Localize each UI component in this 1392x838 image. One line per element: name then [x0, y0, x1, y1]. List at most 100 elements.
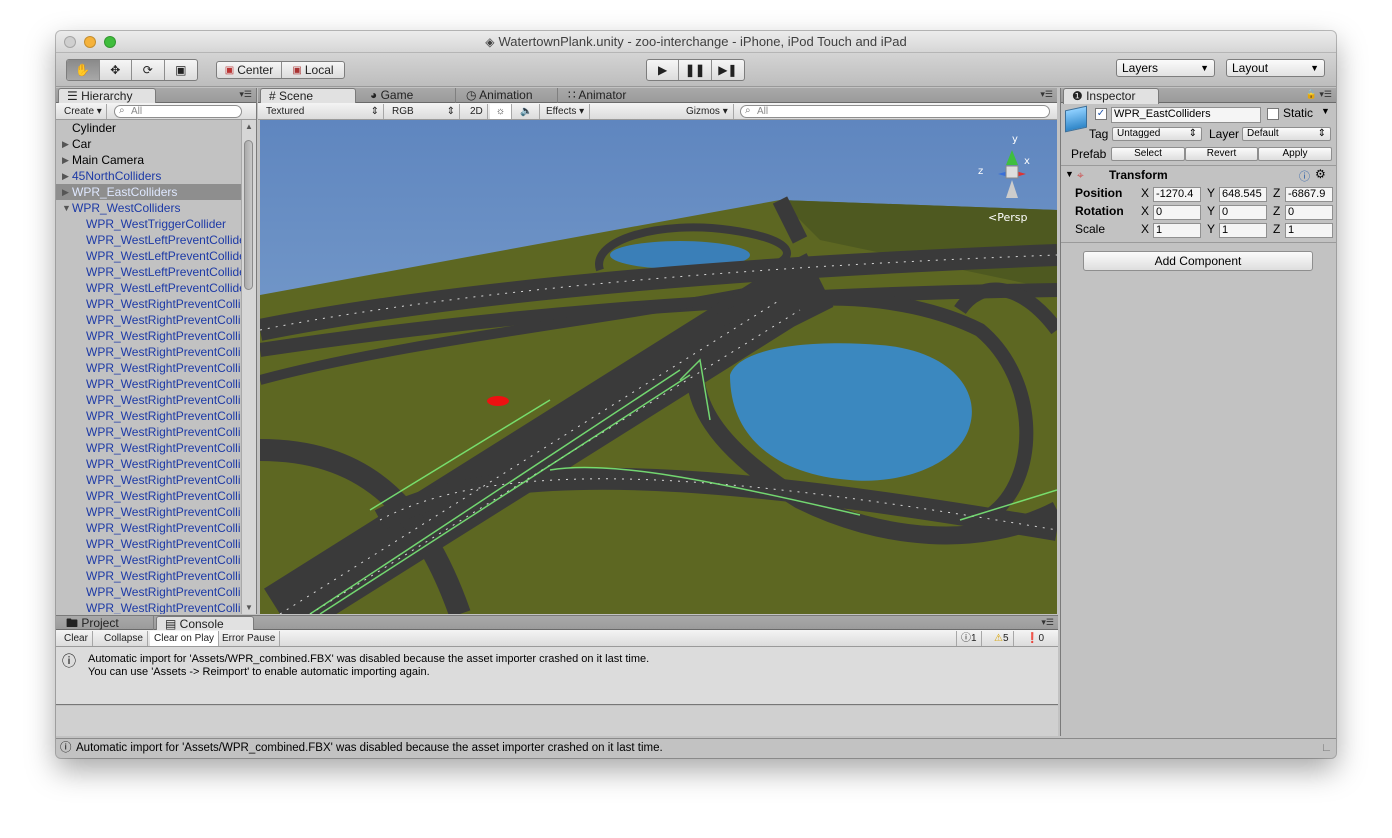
transform-scale-z-field[interactable]: 1 [1285, 223, 1333, 238]
hierarchy-item[interactable]: WPR_WestRightPreventCollide [56, 600, 242, 614]
render-mode-dropdown[interactable]: RGB ⇕ [388, 104, 460, 119]
expand-right-icon[interactable]: ▶ [62, 136, 69, 152]
clear-on-play-button[interactable]: Clear on Play [150, 631, 220, 646]
prefab-apply-button[interactable]: Apply [1258, 147, 1332, 161]
hierarchy-item[interactable]: WPR_WestRightPreventCollide [56, 568, 242, 584]
rotate-tool-icon[interactable]: ⟳ [132, 60, 165, 80]
scroll-up-icon[interactable]: ▲ [245, 122, 253, 131]
hierarchy-scrollbar[interactable]: ▲ ▼ [241, 120, 256, 614]
scrollbar-thumb[interactable] [244, 140, 253, 290]
transform-scale-x-field[interactable]: 1 [1153, 223, 1201, 238]
draw-mode-dropdown[interactable]: Textured ⇕ [262, 104, 384, 119]
hand-tool-icon[interactable]: ✋ [67, 60, 100, 80]
hierarchy-item[interactable]: Cylinder [56, 120, 242, 136]
hierarchy-item[interactable]: WPR_WestRightPreventCollide [56, 552, 242, 568]
zoom-window-button[interactable] [104, 36, 116, 48]
error-pause-button[interactable]: Error Pause [218, 631, 281, 646]
hierarchy-item[interactable]: ▶ Main Camera [56, 152, 242, 168]
static-checkbox[interactable] [1267, 108, 1279, 120]
collapse-button[interactable]: Collapse [100, 631, 148, 646]
hierarchy-item[interactable]: WPR_WestRightPreventCollide [56, 472, 242, 488]
hierarchy-item[interactable]: ▶ WPR_EastColliders [56, 184, 242, 200]
tab-scene[interactable]: # Scene [260, 88, 356, 104]
transform-position-y-field[interactable]: 648.545 [1219, 187, 1267, 202]
transform-rotation-z-field[interactable]: 0 [1285, 205, 1333, 220]
hierarchy-item[interactable]: WPR_WestRightPreventCollide [56, 536, 242, 552]
hierarchy-item[interactable]: WPR_WestRightPreventCollide [56, 424, 242, 440]
scene-search-input[interactable]: All [740, 105, 1050, 118]
hierarchy-item[interactable]: WPR_WestRightPreventCollide [56, 328, 242, 344]
info-count-toggle[interactable]: ⓘ1 [956, 631, 982, 646]
warning-count-toggle[interactable]: ⚠5 [990, 631, 1014, 646]
error-count-toggle[interactable]: ❗0 [1022, 631, 1048, 646]
scale-tool-icon[interactable]: ▣ [165, 60, 197, 80]
hierarchy-item[interactable]: WPR_WestLeftPreventCollider [56, 280, 242, 296]
prefab-select-button[interactable]: Select [1111, 147, 1185, 161]
hierarchy-item[interactable]: WPR_WestRightPreventCollide [56, 408, 242, 424]
move-tool-icon[interactable]: ✥ [100, 60, 132, 80]
hierarchy-item[interactable]: WPR_WestTriggerCollider [56, 216, 242, 232]
tag-dropdown[interactable]: Untagged ⇕ [1112, 127, 1202, 141]
play-icon[interactable]: ▶ [647, 60, 680, 80]
tab-animation[interactable]: ◷ Animation [458, 88, 558, 103]
resize-grip-icon[interactable]: ∟ [1321, 739, 1332, 758]
scroll-down-icon[interactable]: ▼ [245, 603, 253, 612]
tab-animator[interactable]: ∷ Animator [560, 88, 660, 103]
hierarchy-item[interactable]: WPR_WestRightPreventCollide [56, 392, 242, 408]
expand-right-icon[interactable]: ▶ [62, 152, 69, 168]
panel-menu-icon[interactable]: ▾☰ [1041, 617, 1054, 628]
hierarchy-search-input[interactable]: All [114, 105, 242, 118]
clear-button[interactable]: Clear [60, 631, 93, 646]
hierarchy-item[interactable]: WPR_WestRightPreventCollide [56, 344, 242, 360]
close-window-button[interactable] [64, 36, 76, 48]
scene-viewport[interactable]: y x z <Persp [260, 120, 1057, 614]
object-name-field[interactable]: WPR_EastColliders [1111, 107, 1261, 123]
tab-inspector[interactable]: ❶ Inspector [1063, 88, 1159, 104]
toggle-2d-button[interactable]: 2D [466, 104, 488, 119]
gizmos-dropdown[interactable]: Gizmos ▾ [682, 104, 734, 119]
step-icon[interactable]: ▶❚ [712, 60, 744, 80]
hierarchy-item[interactable]: ▶ 45NorthColliders [56, 168, 242, 184]
hierarchy-item[interactable]: WPR_WestRightPreventCollide [56, 488, 242, 504]
hierarchy-item[interactable]: WPR_WestRightPreventCollide [56, 584, 242, 600]
hierarchy-item[interactable]: WPR_WestRightPreventCollide [56, 440, 242, 456]
status-bar[interactable]: ⓘ Automatic import for 'Assets/WPR_combi… [56, 738, 1336, 758]
help-icon[interactable]: ⓘ [1299, 168, 1310, 184]
panel-menu-icon[interactable]: ▾☰ [239, 89, 252, 100]
create-dropdown[interactable]: Create ▾ [60, 104, 107, 119]
expand-right-icon[interactable]: ▶ [62, 184, 69, 200]
hierarchy-item[interactable]: WPR_WestRightPreventCollide [56, 456, 242, 472]
hierarchy-item[interactable]: WPR_WestRightPreventCollide [56, 312, 242, 328]
static-dropdown-icon[interactable]: ▼ [1321, 106, 1330, 116]
transform-position-x-field[interactable]: -1270.4 [1153, 187, 1201, 202]
transform-rotation-y-field[interactable]: 0 [1219, 205, 1267, 220]
panel-menu-icon[interactable]: ▾☰ [1040, 89, 1053, 100]
audio-toggle-icon[interactable]: 🔈 [514, 104, 540, 119]
hierarchy-item[interactable]: WPR_WestLeftPreventCollider [56, 264, 242, 280]
hierarchy-item[interactable]: WPR_WestRightPreventCollide [56, 376, 242, 392]
lock-and-menu-icon[interactable]: 🔒 ▾☰ [1306, 89, 1332, 100]
tab-hierarchy[interactable]: ☰ Hierarchy [58, 88, 156, 104]
transform-position-z-field[interactable]: -6867.9 [1285, 187, 1333, 202]
layer-dropdown[interactable]: Default ⇕ [1242, 127, 1331, 141]
console-log-entry[interactable]: Automatic import for 'Assets/WPR_combine… [88, 653, 649, 679]
transform-rotation-x-field[interactable]: 0 [1153, 205, 1201, 220]
pause-icon[interactable]: ❚❚ [679, 60, 712, 80]
hierarchy-item[interactable]: WPR_WestRightPreventCollide [56, 360, 242, 376]
hierarchy-item[interactable]: WPR_WestLeftPreventCollider [56, 232, 242, 248]
lighting-toggle-icon[interactable]: ☼ [490, 104, 512, 119]
foldout-arrow-icon[interactable]: ▼ [1065, 169, 1074, 179]
transform-scale-y-field[interactable]: 1 [1219, 223, 1267, 238]
hierarchy-item[interactable]: WPR_WestRightPreventCollide [56, 520, 242, 536]
prefab-revert-button[interactable]: Revert [1185, 147, 1258, 161]
expand-right-icon[interactable]: ▶ [62, 168, 69, 184]
active-checkbox[interactable]: ✓ [1095, 108, 1107, 120]
effects-dropdown[interactable]: Effects ▾ [542, 104, 590, 119]
hierarchy-item[interactable]: ▶ Car [56, 136, 242, 152]
hierarchy-item[interactable]: WPR_WestRightPreventCollide [56, 296, 242, 312]
hierarchy-item[interactable]: WPR_WestRightPreventCollide [56, 504, 242, 520]
add-component-button[interactable]: Add Component [1083, 251, 1313, 271]
pivot-center-button[interactable]: ▣ Center [217, 62, 282, 78]
persp-label[interactable]: <Persp [988, 211, 1027, 224]
tab-project[interactable]: 🖿 Project [58, 616, 154, 631]
